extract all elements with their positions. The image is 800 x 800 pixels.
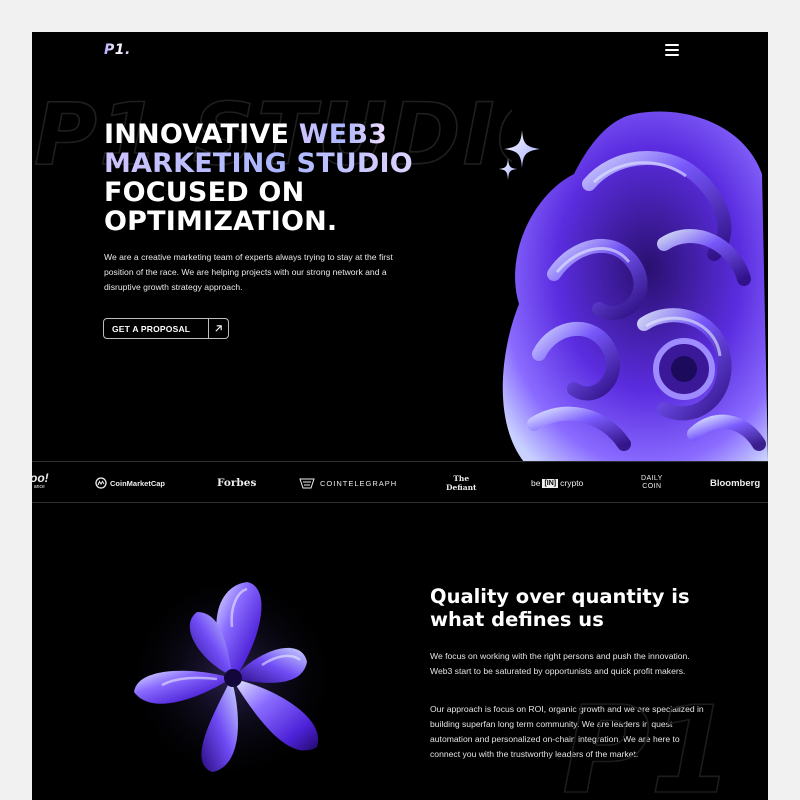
partner-logo-subtext: ance	[33, 484, 45, 490]
partner-logo-strip: oo! ance CoinMarketCap Forbes COINTELEGR…	[32, 461, 768, 503]
partner-logo-yahoo: oo! ance	[32, 462, 49, 504]
partner-logo-text: The	[453, 474, 470, 483]
partner-logo-text: oo!	[32, 471, 49, 485]
hero-title: INNOVATIVE WEB3 MARKETING STUDIO FOCUSED…	[104, 120, 464, 236]
partner-logo-text: DAILY	[641, 474, 663, 482]
coinmarketcap-icon	[95, 477, 107, 489]
hero-title-line: FOCUSED ON	[104, 177, 305, 208]
quality-paragraph-1: We focus on working with the right perso…	[430, 651, 690, 676]
hero-description: We are a creative marketing team of expe…	[104, 252, 393, 292]
partner-logo-text: Defiant	[446, 483, 477, 492]
studio-logo[interactable]: P1.	[104, 42, 131, 58]
quality-section-title: Quality over quantity is what defines us	[430, 585, 690, 631]
hero-title-line: MARKETING STUDIO	[104, 149, 464, 178]
arrow-up-right-icon	[208, 319, 228, 338]
page-frame: P1. P1 STUDIO INNOVATIVE WEB3 MARKETING …	[32, 32, 768, 800]
partner-logo-cointelegraph: COINTELEGRAPH	[299, 462, 397, 504]
partner-logo-text: COINTELEGRAPH	[320, 478, 398, 488]
hero-title-line: OPTIMIZATION.	[104, 206, 338, 237]
hamburger-menu-icon[interactable]	[665, 44, 679, 56]
partner-logo-bloomberg: Bloomberg	[710, 477, 761, 489]
partner-logo-coinmarketcap: CoinMarketCap	[95, 462, 165, 504]
partner-logo-the-defiant: The Defiant	[446, 462, 477, 504]
partner-logo-text: CoinMarketCap	[110, 478, 166, 488]
hero-title-highlight: WEB3	[298, 119, 388, 150]
svg-text:P1: P1	[562, 682, 733, 800]
partner-logo-beincrypto: be [IN] crypto	[531, 462, 583, 504]
partner-logo-text: COIN	[642, 483, 662, 490]
section-watermark: P1	[561, 682, 734, 800]
partner-logo-text: [IN]	[542, 478, 559, 488]
hero-3d-blob-image	[502, 111, 768, 462]
get-proposal-button[interactable]: GET A PROPOSAL	[103, 318, 229, 339]
cointelegraph-icon	[299, 478, 315, 489]
partner-logo-text: be	[531, 478, 541, 488]
hero-title-part: INNOVATIVE	[104, 119, 299, 150]
partner-logo-forbes: Forbes	[217, 477, 257, 489]
get-proposal-label: GET A PROPOSAL	[112, 323, 191, 334]
partner-logo-text: crypto	[560, 478, 584, 488]
flower-3d-image	[124, 569, 340, 785]
partner-logo-dailycoin: DAILY COIN	[641, 462, 663, 504]
